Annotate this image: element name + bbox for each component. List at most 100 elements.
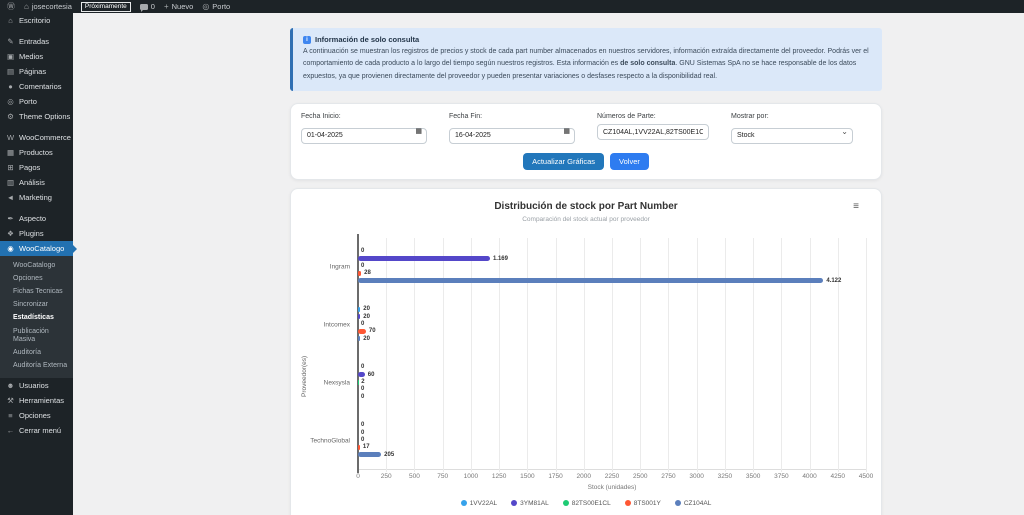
new-content-link[interactable]: + Nuevo — [164, 2, 193, 11]
part-numbers-input[interactable] — [597, 124, 709, 140]
fecha-inicio-label: Fecha Inicio: — [301, 113, 427, 120]
sidebar-item-marketing[interactable]: ◄Marketing — [0, 190, 73, 205]
sidebar-item-escritorio[interactable]: ⌂Escritorio — [0, 13, 73, 28]
sidebar-item-paginas[interactable]: ▤Páginas — [0, 64, 73, 79]
comment-bubble-icon — [140, 4, 148, 10]
legend-item-1VV22AL[interactable]: 1VV22AL — [461, 500, 497, 507]
sidebar-item-plugins[interactable]: ❖Plugins — [0, 226, 73, 241]
admin-sidebar: ⌂Escritorio ✎ Entradas ▣Medios▤Páginas●Come… — [0, 13, 73, 515]
chart-plot-area: Ingram01.1690284.122Intcomex202007020Nex… — [358, 238, 866, 470]
x-tick-label: 4250 — [831, 473, 845, 480]
legend-dot — [625, 500, 631, 506]
bar-value-label: 20 — [363, 306, 370, 312]
legend-dot — [461, 500, 467, 506]
chart-subtitle: Comparación del stock actual por proveed… — [291, 216, 881, 224]
bar-value-label: 0 — [361, 364, 364, 370]
submenu-item-auditoria-externa[interactable]: Auditoría Externa — [0, 359, 73, 372]
bar-line: 4.122 — [358, 278, 866, 283]
submenu-item-fichas-tecnicas[interactable]: Fichas Tecnicas — [0, 285, 73, 298]
new-label: Nuevo — [172, 2, 194, 11]
sidebar-item-cerrar-menu[interactable]: ←Cerrar menú — [0, 423, 73, 438]
fecha-inicio-input[interactable] — [301, 128, 427, 144]
submenu-item-sincronizar[interactable]: Sincronizar — [0, 299, 73, 312]
chart-menu-icon[interactable]: ≡ — [853, 202, 859, 212]
fecha-fin-group: Fecha Fin: ▦ — [449, 113, 575, 144]
x-tick-label: 2500 — [633, 473, 647, 480]
sidebar-item-entradas[interactable]: ✎ Entradas — [0, 34, 73, 49]
sidebar-item-theme-options[interactable]: ⚙Theme Options — [0, 109, 73, 124]
sidebar-item-pagos[interactable]: ⊞Pagos — [0, 160, 73, 175]
legend-label: CZ104AL — [684, 500, 711, 507]
gridline — [866, 238, 867, 472]
posts-pin-icon: ✎ — [6, 37, 15, 46]
legend-dot — [563, 500, 569, 506]
screen: Ⓦ ⌂ josecortesia Próximamente 0 + Nuevo … — [0, 0, 1024, 515]
bar-group: 202007020 — [358, 296, 866, 342]
x-tick-label: 1250 — [492, 473, 506, 480]
megaphone-icon: ◄ — [6, 193, 15, 202]
x-tick-label: 1500 — [520, 473, 534, 480]
sidebar-item-productos[interactable]: ▦Productos — [0, 145, 73, 160]
bar-value-label: 0 — [361, 437, 364, 443]
legend-item-3YM81AL[interactable]: 3YM81AL — [511, 500, 549, 507]
porto-label: Porto — [212, 2, 230, 11]
bar-line: 28 — [358, 271, 866, 276]
mostrar-por-select[interactable]: Stock — [731, 128, 853, 144]
submenu-item-estadisticas[interactable]: Estadísticas — [0, 312, 73, 325]
sidebar-item-analisis[interactable]: ▥Análisis — [0, 175, 73, 190]
sidebar-item-aspecto[interactable]: ✒Aspecto — [0, 211, 73, 226]
page-container: i Información de solo consulta A continu… — [290, 28, 882, 515]
bar-line: 0 — [358, 365, 866, 370]
x-tick-label: 4500 — [859, 473, 873, 480]
sidebar-item-medios[interactable]: ▣Medios — [0, 49, 73, 64]
submenu-item-auditoria[interactable]: Auditoría — [0, 346, 73, 359]
x-tick-label: 2000 — [577, 473, 591, 480]
wordpress-logo-icon[interactable]: Ⓦ — [7, 3, 15, 11]
bar-line: 0 — [358, 394, 866, 399]
mostrar-por-label: Mostrar por: — [731, 113, 853, 120]
back-button[interactable]: Volver — [610, 153, 649, 170]
legend-item-82TS00E1CL[interactable]: 82TS00E1CL — [563, 500, 611, 507]
update-charts-button[interactable]: Actualizar Gráficas — [523, 153, 604, 170]
legend-item-8TS001Y[interactable]: 8TS001Y — [625, 500, 661, 507]
sidebar-item-woocommerce[interactable]: WWooCommerce — [0, 130, 73, 145]
legend-label: 1VV22AL — [470, 500, 497, 507]
coming-soon-badge[interactable]: Próximamente — [81, 2, 131, 12]
products-icon: ▦ — [6, 148, 15, 157]
sidebar-item-label: Entradas — [19, 37, 49, 46]
legend-label: 3YM81AL — [520, 500, 549, 507]
bar-value-label: 4.122 — [826, 278, 841, 284]
bar-value-label: 0 — [361, 430, 364, 436]
sidebar-item-comentarios[interactable]: ●Comentarios — [0, 79, 73, 94]
x-tick-label: 2250 — [605, 473, 619, 480]
admin-bar: Ⓦ ⌂ josecortesia Próximamente 0 + Nuevo … — [0, 0, 1024, 13]
bar-line: 1.169 — [358, 256, 866, 261]
sidebar-item-label: Escritorio — [19, 16, 50, 25]
woocommerce-icon: W — [6, 133, 15, 142]
bar-value-label: 0 — [361, 321, 364, 327]
comments-link[interactable]: 0 — [140, 2, 155, 11]
legend-label: 8TS001Y — [634, 500, 661, 507]
sidebar-item-herramientas[interactable]: ⚒Herramientas — [0, 393, 73, 408]
legend-dot — [675, 500, 681, 506]
x-tick-label: 4000 — [802, 473, 816, 480]
submenu-item-woocatalogo[interactable]: WooCatalogo — [0, 259, 73, 272]
sidebar-item-woocatalogo[interactable]: ◉WooCatalogo — [0, 241, 73, 256]
fecha-fin-input[interactable] — [449, 128, 575, 144]
site-name-link[interactable]: ⌂ josecortesia — [24, 2, 72, 11]
bar-line: 0 — [358, 322, 866, 327]
bar-value-label: 0 — [361, 422, 364, 428]
sidebar-item-label: WooCatalogo — [19, 244, 64, 253]
submenu-item-publicacion-masiva[interactable]: Publicación Masiva — [0, 325, 73, 346]
sidebar-item-porto[interactable]: ◎Porto — [0, 94, 73, 109]
submenu-item-opciones[interactable]: Opciones — [0, 272, 73, 285]
home-icon: ⌂ — [24, 3, 29, 11]
chart-legend: 1VV22AL 3YM81AL 82TS00E1CL 8TS001Y CZ104AL — [291, 500, 881, 507]
appearance-icon: ✒ — [6, 214, 15, 223]
sidebar-item-opciones[interactable]: ≡Opciones — [0, 408, 73, 423]
bar-line: 20 — [358, 336, 866, 341]
legend-item-CZ104AL[interactable]: CZ104AL — [675, 500, 711, 507]
porto-toolbar-link[interactable]: ◎ Porto — [202, 2, 230, 11]
sidebar-item-label: Plugins — [19, 229, 44, 238]
sidebar-item-usuarios[interactable]: ☻Usuarios — [0, 378, 73, 393]
